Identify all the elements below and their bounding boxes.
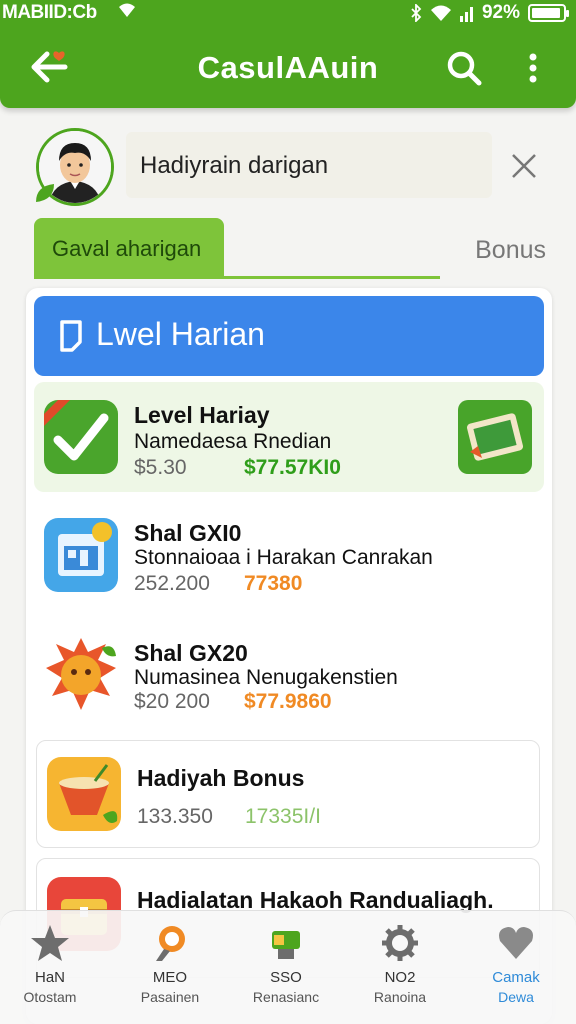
panel-header: Lwel Harian — [34, 296, 544, 376]
nav-label: SSO — [270, 969, 302, 986]
app-top-bar: MABIID:Cb 92% CasulAAuin — [0, 0, 576, 108]
cell-signal-icon — [459, 7, 473, 22]
nav-label: HaN — [34, 969, 65, 986]
item-title: Shal GXI0 — [134, 520, 242, 546]
gear-icon — [382, 925, 418, 961]
battery-fill — [532, 8, 560, 18]
nav-label: Camak — [492, 969, 540, 986]
nav-item-meo[interactable]: MEO Pasainen — [120, 911, 220, 1024]
app-title: CasulAAuin — [197, 50, 379, 85]
item-reward-value: $77.57KI0 — [244, 456, 341, 479]
sun-reward-icon — [44, 638, 118, 712]
nav-item-camak[interactable]: Camak Dewa — [466, 911, 566, 1024]
nav-item-sso[interactable]: SSO Renasianc — [236, 911, 336, 1024]
reward-item-level-hariay[interactable]: Level Hariay Namedaesa Rnedian $5.30 $77… — [34, 382, 544, 492]
nav-sublabel: Ranoina — [373, 989, 427, 1005]
star-icon — [31, 925, 69, 961]
nav-sublabel: Dewa — [498, 989, 534, 1005]
close-icon — [512, 154, 536, 178]
search-button[interactable] — [442, 46, 486, 90]
tab-bonus[interactable]: Bonus — [444, 232, 550, 268]
cash-reward-icon — [458, 400, 532, 474]
tab-bar: Gaval aharigan Bonus — [34, 218, 550, 280]
nav-sublabel: Otostam — [23, 989, 77, 1005]
item-reward-value: $77.9860 — [244, 690, 332, 713]
item-title: Shal GX20 — [134, 640, 248, 666]
item-title: Level Hariay — [134, 402, 270, 428]
reward-item-hadiyah-bonus[interactable]: Hadiyah Bonus 133.350 17335I/I — [36, 740, 540, 848]
nav-sublabel: Pasainen — [140, 989, 200, 1005]
item-subtitle: Stonnaioaa i Harakan Canrakan — [134, 546, 433, 569]
tab-daily-label: Gaval aharigan — [52, 236, 202, 261]
search-icon — [447, 51, 482, 86]
tab-daily[interactable]: Gaval aharigan — [34, 218, 224, 278]
bowl-icon — [47, 757, 121, 831]
item-price: 133.350 — [137, 805, 213, 828]
wifi-signal-icon — [430, 5, 451, 21]
panel-header-title: Lwel Harian — [96, 316, 265, 352]
close-button[interactable] — [506, 148, 542, 184]
battery-percent: 92% — [481, 2, 520, 23]
gift-icon — [272, 931, 300, 959]
item-subtitle: Numasinea Nenugakenstien — [134, 666, 398, 689]
item-reward-value: 17335I/I — [245, 805, 321, 828]
wifi-icon — [119, 3, 135, 17]
item-price: 252.200 — [134, 572, 210, 595]
heart-icon — [499, 927, 533, 959]
leaf-icon — [36, 184, 54, 202]
item-title: Hadiyah Bonus — [137, 765, 305, 791]
battery-icon — [528, 4, 569, 22]
item-price: $20 200 — [134, 690, 210, 713]
reward-item-shal-gx20[interactable]: Shal GX20 Numasinea Nenugakenstien $20 2… — [34, 622, 544, 732]
tag-icon — [60, 320, 82, 352]
item-reward-value: 77380 — [244, 572, 303, 595]
status-bar: MABIID:Cb 92% — [0, 0, 576, 26]
profile-name-box: Hadiyrain darigan — [126, 132, 492, 198]
bottom-navigation: HaN Otostam MEO Pasainen SSO Renasianc N… — [0, 910, 576, 1024]
tab-underline — [34, 276, 440, 279]
more-vertical-icon — [529, 53, 537, 83]
profile-header: Hadiyrain darigan — [26, 122, 550, 210]
carrier-label: MABIID:Cb — [2, 2, 97, 23]
checkmark-icon — [44, 400, 118, 474]
item-price: $5.30 — [134, 456, 187, 479]
nav-item-no2[interactable]: NO2 Ranoina — [350, 911, 450, 1024]
item-subtitle: Namedaesa Rnedian — [134, 430, 332, 453]
medal-icon — [156, 926, 185, 961]
tab-bonus-label: Bonus — [475, 236, 546, 264]
calendar-icon — [44, 518, 118, 592]
reward-item-shal-gxi0[interactable]: Shal GXI0 Stonnaioaa i Harakan Canrakan … — [34, 502, 544, 612]
nav-sublabel: Renasianc — [252, 989, 320, 1005]
nav-label: MEO — [152, 969, 188, 986]
more-options-button[interactable] — [518, 46, 548, 90]
nav-item-han[interactable]: HaN Otostam — [0, 911, 100, 1024]
nav-label: NO2 — [384, 969, 416, 986]
profile-name: Hadiyrain darigan — [140, 152, 329, 179]
bluetooth-icon — [411, 4, 422, 22]
